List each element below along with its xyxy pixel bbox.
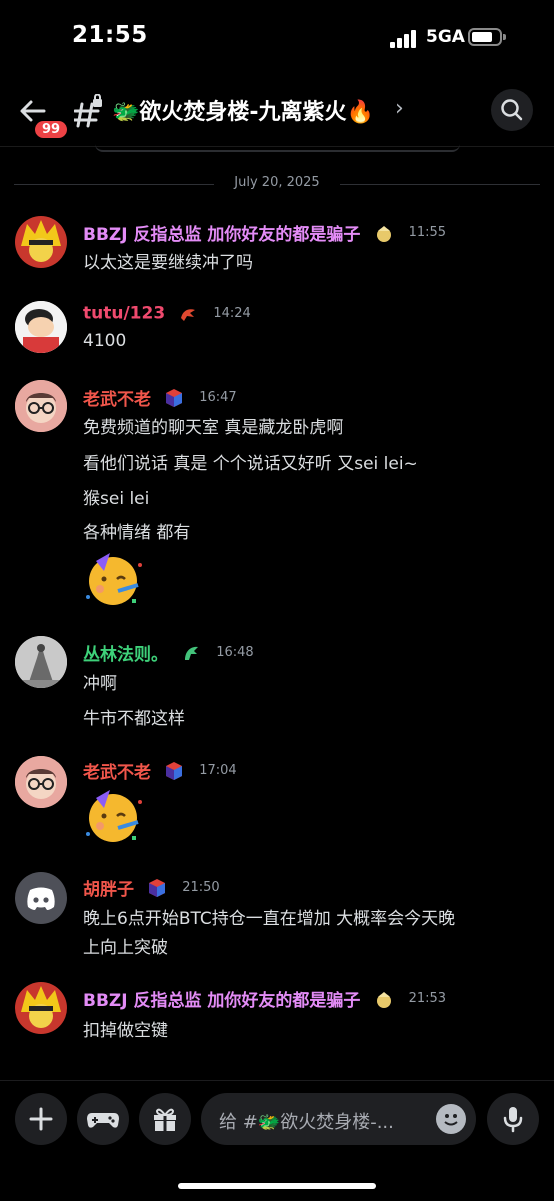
message-text: 晚上6点开始BTC持仓一直在增加 大概率会今天晚 — [83, 909, 456, 929]
avatar[interactable] — [15, 872, 67, 924]
message-text: 看他们说话 真是 个个说话又好听 又sei lei~ — [83, 454, 418, 474]
message-text: 上向上突破 — [83, 938, 168, 958]
message-timestamp: 17:04 — [199, 763, 237, 778]
message-text: 扣掉做空键 — [83, 1021, 168, 1041]
red-blue-cube-icon — [164, 761, 184, 781]
voice-message-button[interactable] — [487, 1093, 539, 1145]
message-timestamp: 16:47 — [199, 390, 237, 405]
yellow-star-icon — [374, 223, 394, 243]
author-name[interactable]: BBZJ 反指总监 加你好友的都是骗子 — [83, 991, 360, 1011]
microphone-icon — [503, 1107, 523, 1133]
partying-face-emoji — [80, 545, 146, 611]
green-dragon-icon — [181, 643, 201, 663]
message-text: 4100 — [83, 331, 127, 351]
unread-badge: 99 — [32, 118, 71, 141]
author-name[interactable]: 老武不老 — [83, 390, 151, 410]
discord-logo-icon — [27, 887, 55, 910]
message-text: 以太这是要继续冲了吗 — [83, 253, 253, 273]
plus-icon — [29, 1107, 53, 1131]
cellular-signal-icon — [390, 30, 420, 48]
header-curve — [95, 144, 460, 152]
message-text: 猴sei lei — [83, 489, 150, 509]
avatar[interactable] — [15, 982, 67, 1034]
message-input[interactable]: 给 #🐲欲火焚身楼-... — [201, 1093, 476, 1145]
clock: 21:55 — [72, 22, 148, 48]
battery-icon — [468, 28, 506, 46]
search-button[interactable] — [491, 89, 533, 131]
message-text: 免费频道的聊天室 真是藏龙卧虎啊 — [83, 418, 344, 438]
chevron-right-icon[interactable]: › — [395, 96, 404, 121]
message-header: BBZJ 反指总监 加你好友的都是骗子 11:55 — [83, 220, 446, 246]
gift-button[interactable] — [139, 1093, 191, 1145]
author-name[interactable]: BBZJ 反指总监 加你好友的都是骗子 — [83, 225, 360, 245]
avatar[interactable] — [15, 380, 67, 432]
avatar[interactable] — [15, 301, 67, 353]
message-input-placeholder: 给 #🐲欲火焚身楼-... — [219, 1112, 394, 1133]
activities-button[interactable] — [77, 1093, 129, 1145]
add-attachment-button[interactable] — [15, 1093, 67, 1145]
message-text: 冲啊 — [83, 674, 117, 694]
message-text: 各种情绪 都有 — [83, 523, 191, 543]
network-type: 5GA — [426, 27, 465, 47]
author-name[interactable]: 老武不老 — [83, 763, 151, 783]
message-header: BBZJ 反指总监 加你好友的都是骗子 21:53 — [83, 986, 446, 1012]
message-header: 老武不老 16:47 — [83, 385, 237, 411]
avatar[interactable] — [15, 216, 67, 268]
message-header: 胡胖子 21:50 — [83, 875, 220, 901]
date-divider: July 20, 2025 — [14, 174, 540, 194]
message-timestamp: 21:50 — [182, 880, 220, 895]
message-timestamp: 14:24 — [213, 306, 251, 321]
search-icon — [501, 99, 523, 121]
message-timestamp: 16:48 — [216, 645, 254, 660]
status-bar: 21:55 5GA — [0, 0, 554, 76]
author-name[interactable]: tutu/123 — [83, 304, 165, 324]
private-text-channel-icon — [72, 93, 104, 128]
red-blue-cube-icon — [164, 388, 184, 408]
message-text: 牛市不都这样 — [83, 709, 185, 729]
home-indicator — [178, 1183, 376, 1189]
emoji-picker-icon[interactable] — [436, 1104, 466, 1134]
gamepad-icon — [87, 1113, 119, 1128]
avatar[interactable] — [15, 636, 67, 688]
author-name[interactable]: 胡胖子 — [83, 880, 134, 900]
message-header: 丛林法则。 16:48 — [83, 640, 254, 666]
red-blue-cube-icon — [147, 878, 167, 898]
date-divider-label: July 20, 2025 — [234, 175, 320, 190]
avatar[interactable] — [15, 756, 67, 808]
message-header: 老武不老 17:04 — [83, 758, 237, 784]
message-timestamp: 11:55 — [408, 225, 447, 240]
yellow-star-icon — [374, 989, 394, 1009]
gift-icon — [154, 1108, 176, 1131]
partying-face-emoji — [80, 782, 146, 848]
message-header: tutu/123 14:24 — [83, 303, 251, 329]
channel-header: 99 🐲欲火焚身楼-九离紫火🔥 › — [0, 76, 554, 146]
channel-title[interactable]: 🐲欲火焚身楼-九离紫火🔥 — [112, 94, 374, 126]
message-timestamp: 21:53 — [408, 991, 447, 1006]
red-dragon-icon — [178, 304, 198, 324]
author-name[interactable]: 丛林法则。 — [83, 645, 168, 665]
